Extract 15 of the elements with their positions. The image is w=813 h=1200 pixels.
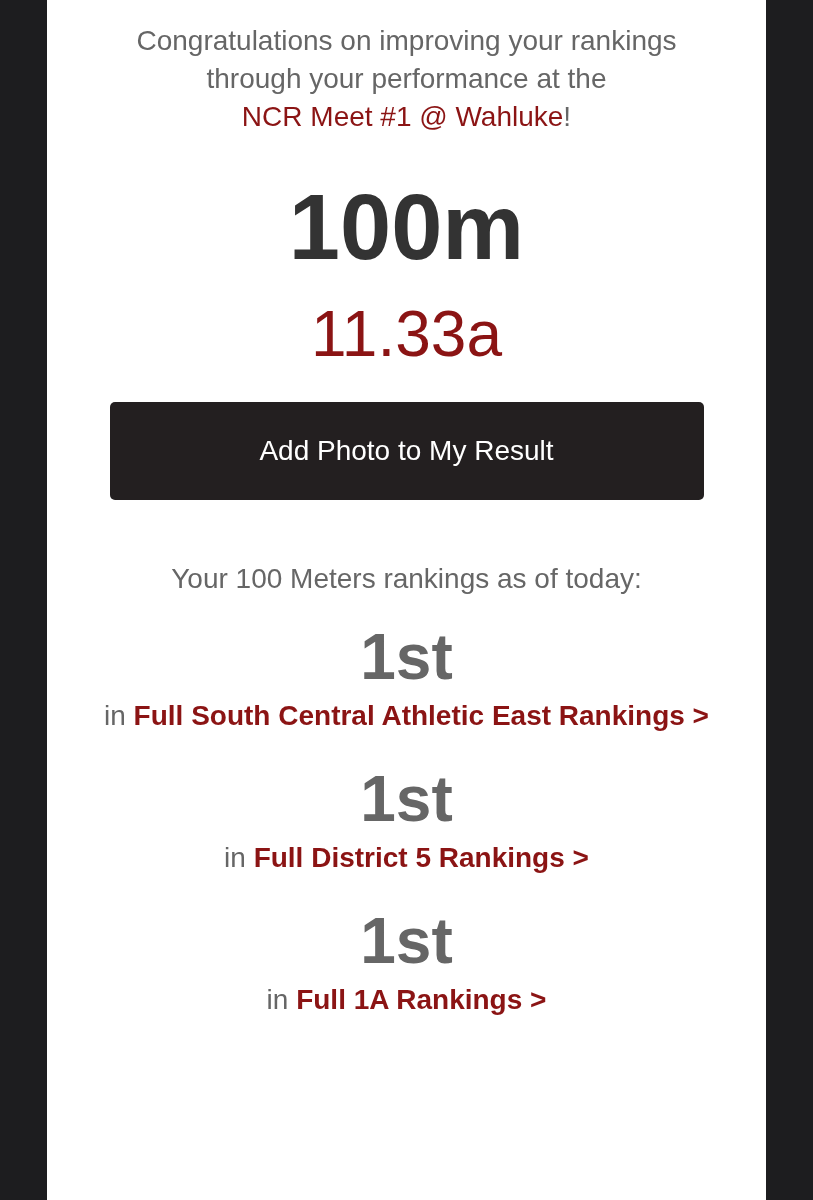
ranking-place: 1st <box>360 764 453 834</box>
ranking-line: in Full 1A Rankings > <box>265 983 548 1017</box>
congratulations-message: Congratulations on improving your rankings through your performance at the NCR Meet #1 @ Wahluke! <box>135 24 678 134</box>
add-photo-button[interactable]: Add Photo to My Result <box>109 402 704 500</box>
meet-link[interactable]: NCR Meet #1 @ Wahluke <box>241 101 564 132</box>
rankings-heading: Your 100 Meters rankings as of today: <box>171 562 642 596</box>
ranking-line: in Full District 5 Rankings > <box>223 841 590 875</box>
result-mark: 11.33a <box>311 297 502 372</box>
ranking-place: 1st <box>360 906 453 976</box>
ranking-place: 1st <box>360 622 453 692</box>
ranking-line: in Full South Central Athletic East Rankings > <box>103 699 710 733</box>
rankings-link[interactable]: Full 1A Rankings > <box>296 984 547 1015</box>
event-name: 100m <box>288 175 525 280</box>
rankings-link[interactable]: Full District 5 Rankings > <box>253 842 589 873</box>
rankings-link[interactable]: Full South Central Athletic East Rankings > <box>133 700 709 731</box>
